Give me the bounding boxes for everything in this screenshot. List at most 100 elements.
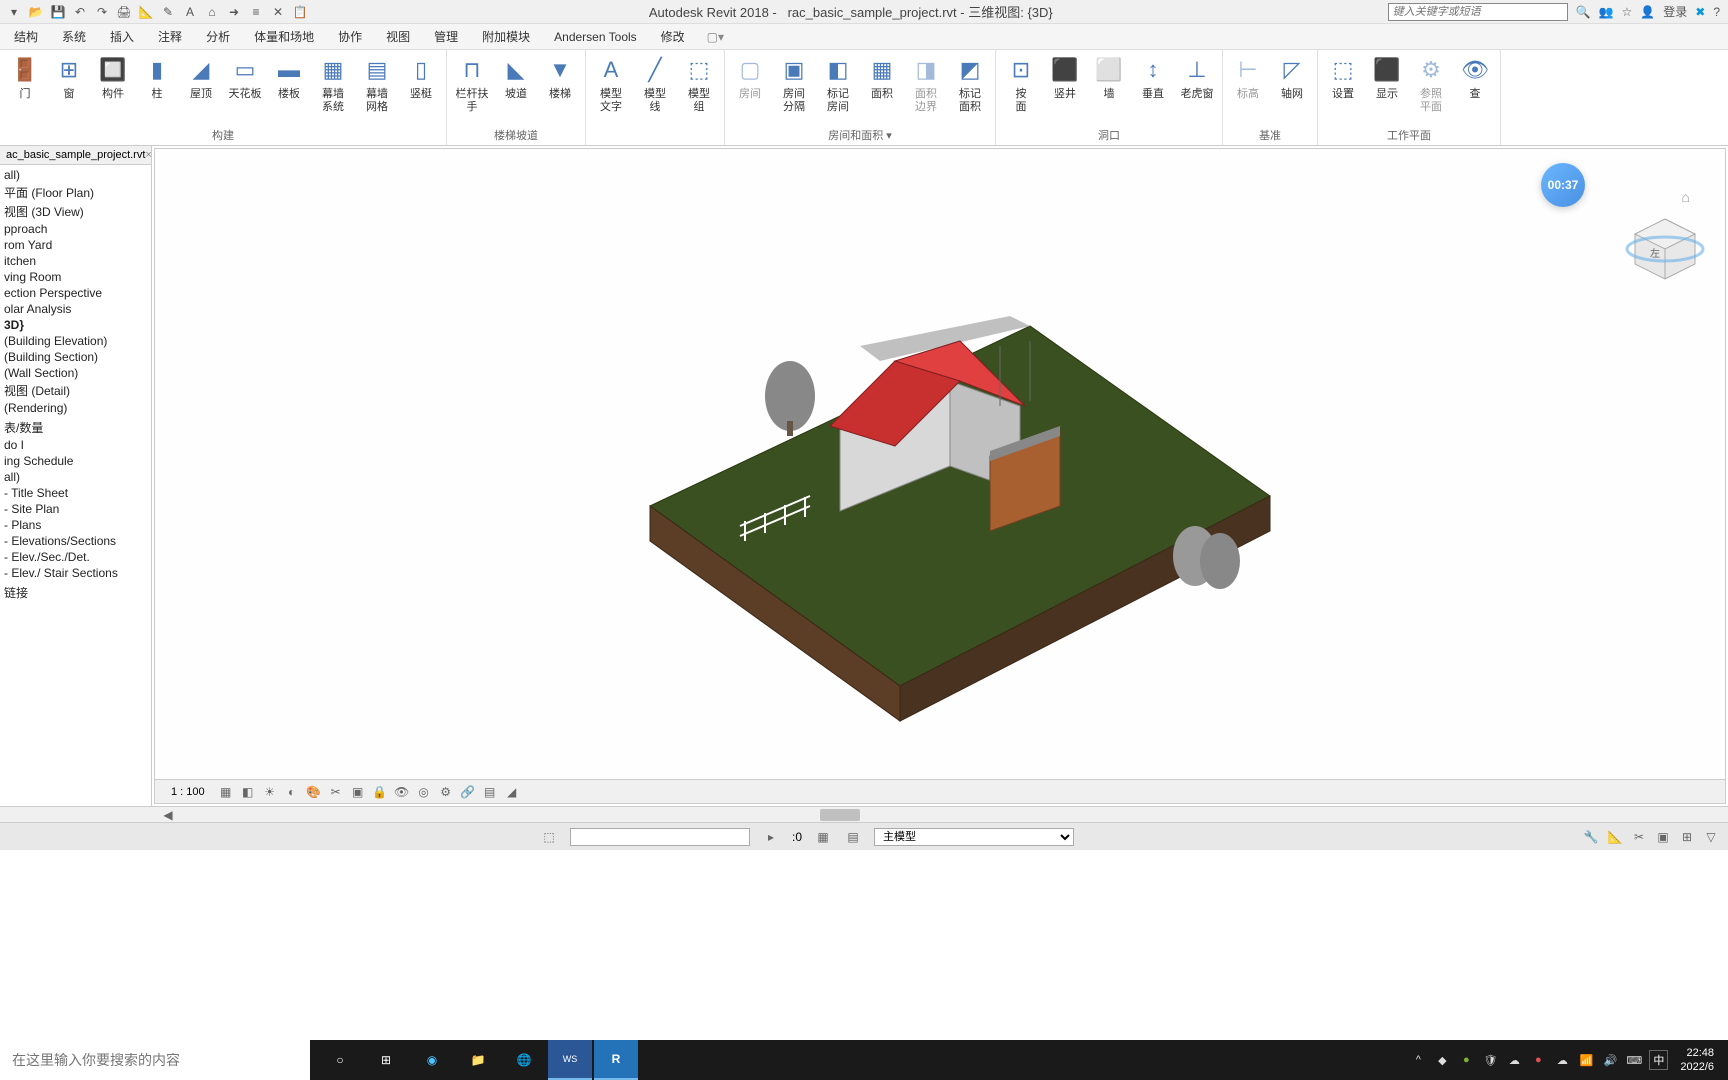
ribbon-button[interactable]: ╱模型线 <box>634 52 676 116</box>
measure-icon[interactable]: 📐 <box>136 3 156 21</box>
tray-security-icon[interactable]: ● <box>1529 1051 1547 1069</box>
communicate-icon[interactable]: 👥 <box>1599 5 1614 19</box>
reveal-icon[interactable]: ◎ <box>415 783 433 801</box>
lock-icon[interactable]: 🔒 <box>371 783 389 801</box>
browser-item[interactable]: (Wall Section) <box>0 365 151 381</box>
revit-icon[interactable]: R <box>594 1040 638 1080</box>
browser-tab[interactable]: ac_basic_sample_project.rvt × <box>0 146 151 165</box>
browser-item[interactable]: olar Analysis <box>0 301 151 317</box>
ribbon-button[interactable]: ⊡按面 <box>1000 52 1042 116</box>
highlight-icon[interactable]: ◢ <box>503 783 521 801</box>
ribbon-button[interactable]: ▤幕墙网格 <box>356 52 398 116</box>
search-input[interactable] <box>1388 3 1568 21</box>
browser-item[interactable]: all) <box>0 167 151 183</box>
app-menu-icon[interactable]: ▾ <box>4 3 24 21</box>
browser-item[interactable]: 平面 (Floor Plan) <box>0 183 151 202</box>
menu-massing[interactable]: 体量和场地 <box>244 25 324 48</box>
visual-style-icon[interactable]: ◧ <box>239 783 257 801</box>
ribbon-button[interactable]: 👁查 <box>1454 52 1496 103</box>
ribbon-button[interactable]: ⬚设置 <box>1322 52 1364 103</box>
favorite-icon[interactable]: ☆ <box>1622 5 1633 19</box>
ob-icon2[interactable]: ▸ <box>762 828 780 846</box>
ob-r2-icon[interactable]: 📐 <box>1606 828 1624 846</box>
menu-systems[interactable]: 系统 <box>52 25 96 48</box>
browser-item[interactable]: (Building Section) <box>0 349 151 365</box>
ime-label[interactable]: 中 <box>1649 1050 1668 1070</box>
browser-item[interactable]: - Title Sheet <box>0 485 151 501</box>
paste-icon[interactable]: 📋 <box>290 3 310 21</box>
ob-r6-icon[interactable]: ▽ <box>1702 828 1720 846</box>
browser-item[interactable]: 表/数量 <box>0 418 151 437</box>
save-icon[interactable]: 💾 <box>48 3 68 21</box>
browser-item[interactable]: pproach <box>0 221 151 237</box>
ribbon-button[interactable]: ◩标记面积 <box>949 52 991 116</box>
temp-hide-icon[interactable]: 👁 <box>393 783 411 801</box>
ribbon-button[interactable]: ⬜墙 <box>1088 52 1130 103</box>
ribbon-button[interactable]: 🔲构件 <box>92 52 134 103</box>
ob-r4-icon[interactable]: ▣ <box>1654 828 1672 846</box>
constraint-icon[interactable]: 🔗 <box>459 783 477 801</box>
ob-icon3[interactable]: ▦ <box>814 828 832 846</box>
panel-toggle-icon[interactable]: ▢▾ <box>707 30 724 44</box>
scrollbar-thumb[interactable] <box>820 809 860 821</box>
ribbon-button[interactable]: ⊞窗 <box>48 52 90 103</box>
browser-item[interactable]: 视图 (3D View) <box>0 202 151 221</box>
detail-level-icon[interactable]: ▦ <box>217 783 235 801</box>
taskbar-search[interactable] <box>0 1040 310 1080</box>
text-icon[interactable]: A <box>180 3 200 21</box>
hscrollbar[interactable]: ◀ <box>0 806 1728 822</box>
ribbon-button[interactable]: ▮柱 <box>136 52 178 103</box>
redo-icon[interactable]: ↷ <box>92 3 112 21</box>
menu-collaborate[interactable]: 协作 <box>328 25 372 48</box>
tray-nvidia-icon[interactable]: ◆ <box>1433 1051 1451 1069</box>
close-tab-icon[interactable]: ✕ <box>268 3 288 21</box>
ribbon-button[interactable]: ⬚模型组 <box>678 52 720 116</box>
ribbon-button[interactable]: ◢屋顶 <box>180 52 222 103</box>
scroll-left-icon[interactable]: ◀ <box>160 807 176 823</box>
ob-icon4[interactable]: ▤ <box>844 828 862 846</box>
ob-r3-icon[interactable]: ✂ <box>1630 828 1648 846</box>
print-icon[interactable]: 🖨 <box>114 3 134 21</box>
tag-icon[interactable]: ✎ <box>158 3 178 21</box>
login-link[interactable]: 登录 <box>1663 3 1687 20</box>
cortana-icon[interactable]: ○ <box>318 1040 362 1080</box>
browser-item[interactable]: all) <box>0 469 151 485</box>
model-3d[interactable] <box>590 226 1290 726</box>
browser-item[interactable]: (Rendering) <box>0 400 151 416</box>
ribbon-button[interactable]: ⊓栏杆扶手 <box>451 52 493 116</box>
browser-item[interactable]: ection Perspective <box>0 285 151 301</box>
home-icon[interactable]: ⌂ <box>202 3 222 21</box>
open-icon[interactable]: 📂 <box>26 3 46 21</box>
ribbon-button[interactable]: ◣坡道 <box>495 52 537 103</box>
ribbon-button[interactable]: ▬楼板 <box>268 52 310 103</box>
browser-item[interactable]: 3D} <box>0 317 151 333</box>
browser-item[interactable]: (Building Elevation) <box>0 333 151 349</box>
browser-item[interactable]: ving Room <box>0 269 151 285</box>
taskview-icon[interactable]: ⊞ <box>364 1040 408 1080</box>
menu-annotate[interactable]: 注释 <box>148 25 192 48</box>
undo-icon[interactable]: ↶ <box>70 3 90 21</box>
menu-modify[interactable]: 修改 <box>651 25 695 48</box>
render-icon[interactable]: 🎨 <box>305 783 323 801</box>
view-mode-select[interactable]: 主模型 <box>874 828 1074 846</box>
browser-item[interactable]: 视图 (Detail) <box>0 381 151 400</box>
viewcube[interactable]: 左 <box>1625 209 1705 289</box>
ribbon-button[interactable]: ▯竖梃 <box>400 52 442 103</box>
chrome-icon[interactable]: 🌐 <box>502 1040 546 1080</box>
ribbon-button[interactable]: ⬛显示 <box>1366 52 1408 103</box>
browser-item[interactable]: itchen <box>0 253 151 269</box>
tray-up-icon[interactable]: ^ <box>1409 1051 1427 1069</box>
ribbon-button[interactable]: 🚪门 <box>4 52 46 103</box>
tray-onedrive-icon[interactable]: ☁ <box>1553 1051 1571 1069</box>
ribbon-button[interactable]: ▭天花板 <box>224 52 266 103</box>
browser-item[interactable]: 链接 <box>0 583 151 602</box>
ribbon-button[interactable]: ▣房间分隔 <box>773 52 815 116</box>
browser-item[interactable]: - Elev./ Stair Sections <box>0 565 151 581</box>
viewport-3d[interactable]: 00:37 ⌂ 左 1 : 100 ▦ ◧ ☀ ◐ 🎨 ✂ ▣ 🔒 👁 ◎ ⚙ … <box>154 148 1726 804</box>
ribbon-button[interactable]: ◧标记房间 <box>817 52 859 116</box>
menu-addins[interactable]: 附加模块 <box>472 25 540 48</box>
browser-item[interactable]: - Elev./Sec./Det. <box>0 549 151 565</box>
ribbon-button[interactable]: ▼楼梯 <box>539 52 581 103</box>
browser-item[interactable]: - Site Plan <box>0 501 151 517</box>
tray-keyboard-icon[interactable]: ⌨ <box>1625 1051 1643 1069</box>
